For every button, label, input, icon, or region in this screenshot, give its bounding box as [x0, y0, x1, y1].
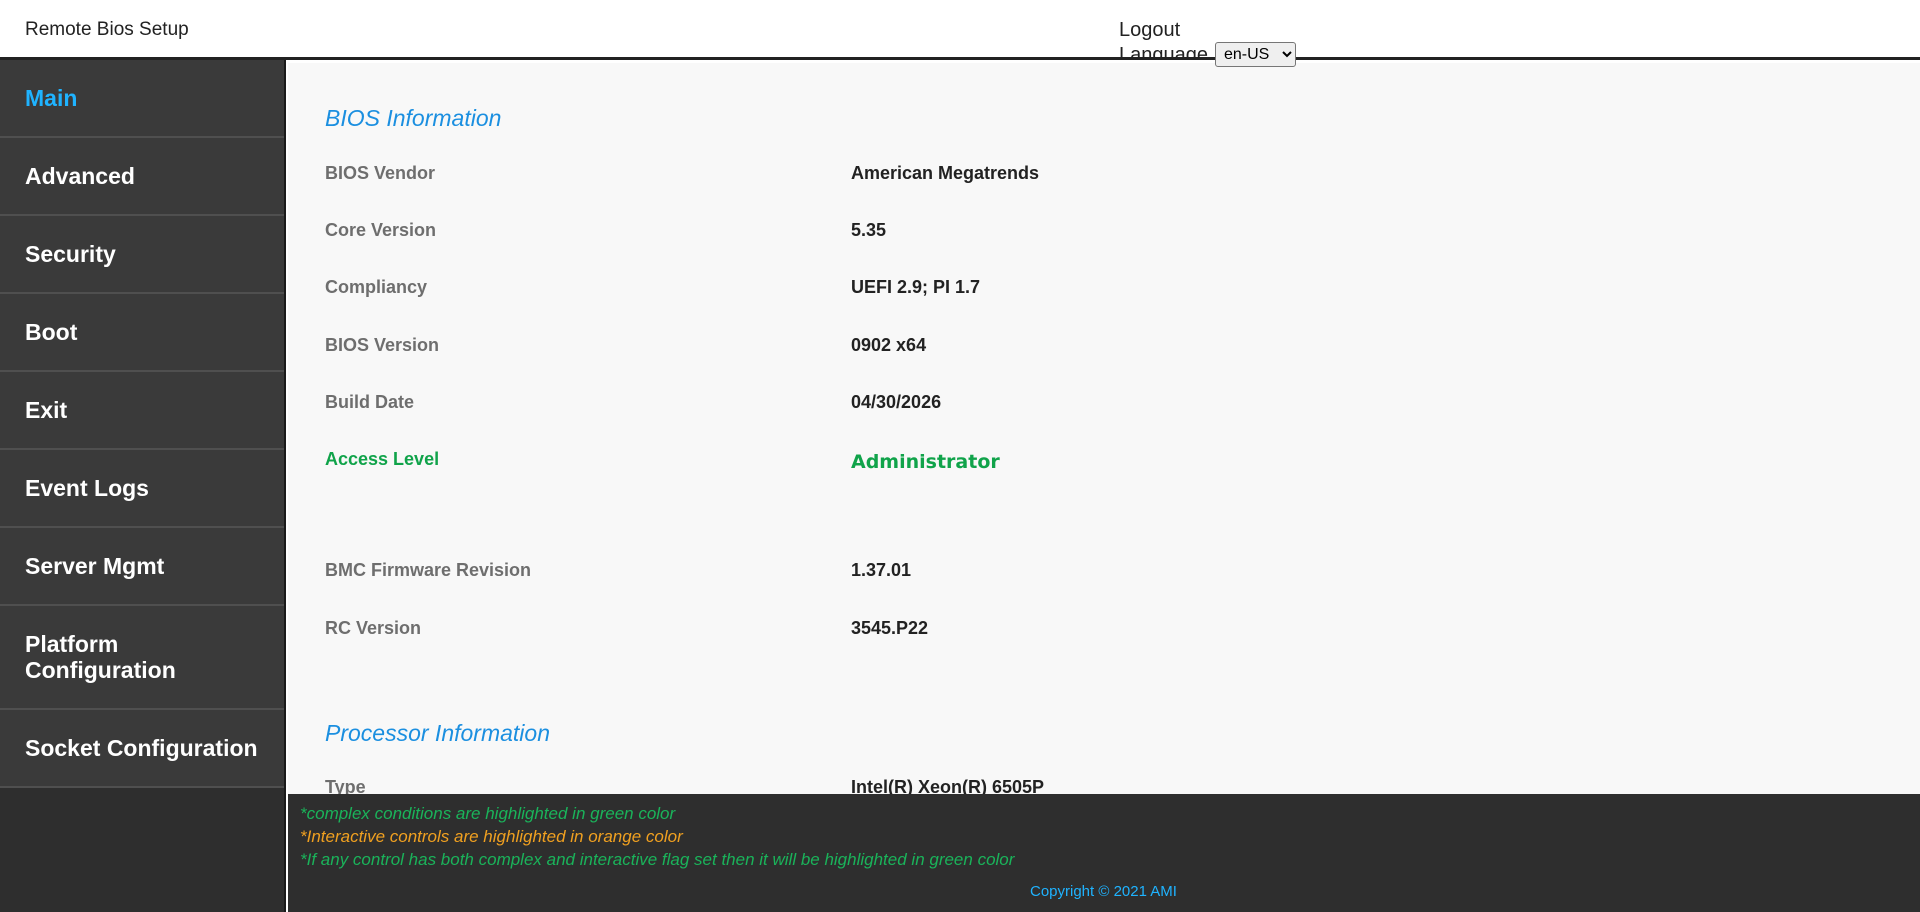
sidebar-item-event-logs[interactable]: Event Logs [0, 450, 284, 528]
rc-version-label: RC Version [325, 618, 422, 638]
note-interactive: *Interactive controls are highlighted in… [300, 827, 683, 846]
rc-version-value: 3545.P22 [851, 618, 929, 638]
main-content[interactable]: BIOS Information BIOS Vendor American Me… [288, 63, 1920, 794]
language-select[interactable]: en-US [1215, 42, 1296, 67]
compliancy-value: UEFI 2.9; PI 1.7 [851, 277, 981, 297]
build-date-label: Build Date [325, 392, 415, 412]
sidebar-nav: Main Advanced Security Boot Exit Event L… [0, 60, 286, 912]
legend-footer: *complex conditions are highlighted in g… [288, 794, 1920, 912]
bios-vendor-label: BIOS Vendor [325, 163, 436, 183]
bios-version-value: 0902 x64 [851, 335, 927, 355]
core-version-label: Core Version [325, 220, 437, 240]
access-level-label: Access Level [325, 449, 440, 469]
app-title: Remote Bios Setup [25, 19, 189, 40]
processor-type-label: Type [325, 777, 366, 794]
build-date-value: 04/30/2026 [851, 392, 942, 412]
bmc-firmware-revision-label: BMC Firmware Revision [325, 560, 532, 580]
processor-information-title: Processor Information [325, 720, 550, 746]
note-complex: *complex conditions are highlighted in g… [300, 804, 676, 823]
sidebar-item-security[interactable]: Security [0, 216, 284, 294]
sidebar-item-socket-configuration[interactable]: Socket Configuration [0, 710, 284, 788]
logout-link[interactable]: Logout [1119, 19, 1180, 42]
sidebar-item-server-mgmt[interactable]: Server Mgmt [0, 528, 284, 606]
bios-information-title: BIOS Information [325, 105, 502, 131]
core-version-value: 5.35 [851, 220, 887, 240]
note-both: *If any control has both complex and int… [300, 850, 1015, 869]
top-header: Remote Bios Setup Logout Language en-US [0, 0, 1920, 67]
sidebar-item-main[interactable]: Main [0, 60, 284, 138]
sidebar-item-advanced[interactable]: Advanced [0, 138, 284, 216]
language-label: Language [1119, 44, 1208, 60]
compliancy-label: Compliancy [325, 277, 428, 297]
bios-vendor-value: American Megatrends [851, 163, 1040, 183]
sidebar-item-exit[interactable]: Exit [0, 372, 284, 450]
access-level-value: Administrator [851, 451, 1000, 473]
bios-version-label: BIOS Version [325, 335, 440, 355]
copyright: Copyright © 2021 AMI [1030, 883, 1177, 900]
processor-type-value: Intel(R) Xeon(R) 6505P [851, 777, 1045, 794]
bmc-firmware-revision-value: 1.37.01 [851, 560, 912, 580]
sidebar-item-label: Platform Configuration [25, 631, 176, 683]
sidebar-item-platform-configuration[interactable]: Platform Configuration [0, 606, 284, 710]
sidebar-item-boot[interactable]: Boot [0, 294, 284, 372]
